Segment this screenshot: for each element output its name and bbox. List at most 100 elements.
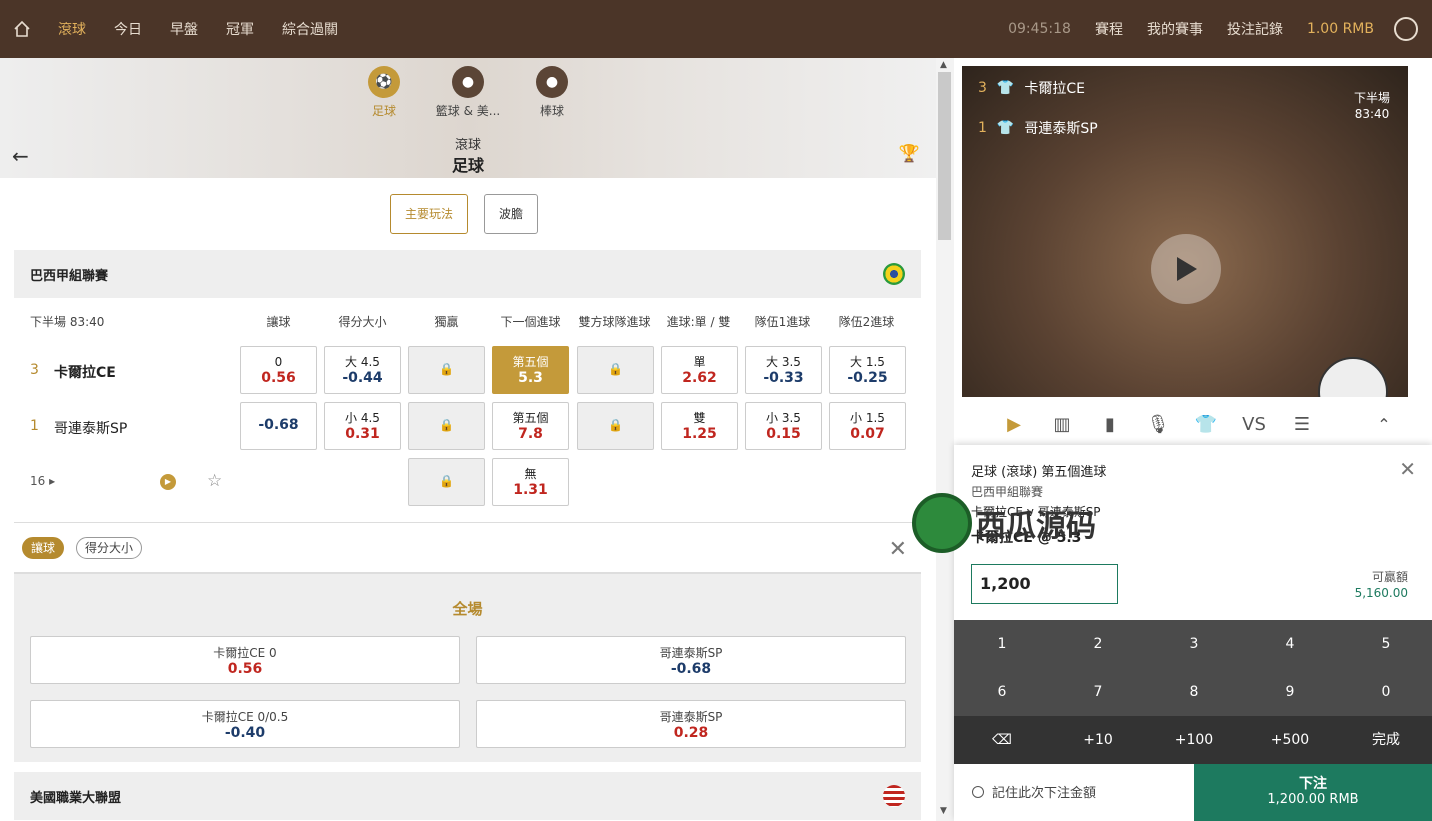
top-bar: 滾球 今日 早盤 冠軍 綜合過關 09:45:18 賽程 我的賽事 投注記錄 1… (0, 0, 1432, 58)
odds-box[interactable]: 哥連泰斯SP 0.28 (476, 700, 906, 748)
mic-icon[interactable]: 🎙 (1144, 410, 1172, 438)
done-key[interactable]: 完成 (1338, 716, 1432, 764)
scrollbar-thumb[interactable] (938, 72, 951, 240)
key[interactable]: 2 (1050, 620, 1146, 668)
page-subtitle: 滾球 (454, 138, 481, 153)
close-icon[interactable]: ✕ (889, 537, 907, 562)
sport-header: ⚽ 足球 ● 籃球 & 美... ● 棒球 ← 滾球 足球 🏆 (0, 58, 936, 178)
watermelon-logo-icon (912, 493, 972, 553)
nav-parlay[interactable]: 綜合過關 (268, 19, 352, 39)
market-headers: 下半場 83:40 讓球 得分大小 獨贏 下一個進球 雙方球隊進球 進球:單 /… (30, 315, 895, 329)
link-bet-history[interactable]: 投注記錄 (1215, 19, 1295, 39)
nav-inplay[interactable]: 滾球 (44, 19, 100, 39)
trophy-icon[interactable]: 🏆 (899, 144, 920, 164)
remember-stake-toggle[interactable]: 記住此次下注金額 (972, 782, 1096, 801)
sport-tab-soccer[interactable]: ⚽ 足球 (344, 66, 424, 119)
lineup-icon[interactable]: 👕 (1192, 410, 1220, 438)
baseball-icon: ● (536, 66, 568, 98)
link-my-events[interactable]: 我的賽事 (1135, 19, 1215, 39)
key[interactable]: 5 (1338, 620, 1432, 668)
odds-cell[interactable]: 小 4.5 0.31 (324, 402, 401, 450)
nav-outright[interactable]: 冠軍 (212, 19, 268, 39)
locked-cell: 🔒 (577, 346, 654, 394)
locked-cell: 🔒 (408, 402, 485, 450)
locked-cell: 🔒 (577, 402, 654, 450)
soccer-icon: ⚽ (368, 66, 400, 98)
tab-correct-score[interactable]: 波膽 (484, 194, 539, 234)
scrollbar[interactable]: ▲ ▼ (936, 58, 954, 821)
league-header-brazil[interactable]: 巴西甲組聯賽 (14, 250, 921, 298)
usa-flag-icon (883, 785, 905, 807)
main-pane: ⚽ 足球 ● 籃球 & 美... ● 棒球 ← 滾球 足球 🏆 主要玩法 波膽 巴西甲… (0, 58, 936, 821)
odds-cell[interactable]: -0.68 (240, 402, 317, 450)
key[interactable]: +10 (1050, 716, 1146, 764)
basketball-icon: ● (452, 66, 484, 98)
locked-cell: 🔒 (408, 346, 485, 394)
team2-score: 1 (30, 418, 39, 434)
odds-cell[interactable]: 小 3.5 0.15 (745, 402, 822, 450)
pill-over-under[interactable]: 得分大小 (76, 537, 143, 559)
link-schedule[interactable]: 賽程 (1083, 19, 1135, 39)
team1-name: 卡爾拉CE (54, 365, 116, 381)
key[interactable]: 8 (1146, 668, 1242, 716)
odds-box[interactable]: 卡爾拉CE 0/0.5 -0.40 (30, 700, 460, 748)
key[interactable]: 3 (1146, 620, 1242, 668)
star-icon[interactable]: ☆ (207, 471, 222, 491)
watermark: 西瓜源码 (912, 488, 1142, 558)
nav-early[interactable]: 早盤 (156, 19, 212, 39)
brazil-flag-icon (883, 263, 905, 285)
key[interactable]: 1 (954, 620, 1050, 668)
sport-tab-baseball[interactable]: ● 棒球 (512, 66, 592, 119)
key[interactable]: +100 (1146, 716, 1242, 764)
odds-cell-selected[interactable]: 第五個 5.3 (492, 346, 569, 394)
play-circle-icon[interactable]: ▶ (1000, 410, 1028, 438)
lock-icon: 🔒 (439, 474, 454, 488)
key[interactable]: 7 (1050, 668, 1146, 716)
field-icon[interactable]: ▥ (1048, 410, 1076, 438)
balance: 1.00 RMB (1306, 21, 1374, 37)
keypad: 1 2 3 4 5 6 7 8 9 0 ⌫ +10 +100 +500 完成 (954, 620, 1432, 764)
match-status: 下半場 83:40 (1353, 91, 1390, 121)
odds-cell[interactable]: 小 1.5 0.07 (829, 402, 906, 450)
tab-main-markets[interactable]: 主要玩法 (390, 194, 469, 234)
key[interactable]: 6 (954, 668, 1050, 716)
full-time-markets: 全場 卡爾拉CE 0 0.56 哥連泰斯SP -0.68 卡爾拉CE 0/0.5 -0… (14, 572, 921, 762)
play-icon[interactable]: ▶ (160, 474, 176, 490)
odds-box[interactable]: 卡爾拉CE 0 0.56 (30, 636, 460, 684)
nav-today[interactable]: 今日 (100, 19, 156, 39)
potential-win: 可贏額 5,160.00 (1354, 570, 1408, 600)
stake-input[interactable]: 1,200 (971, 564, 1118, 604)
key[interactable]: 4 (1242, 620, 1338, 668)
stats-icon[interactable]: ▮ (1096, 410, 1124, 438)
vs-icon[interactable]: VS (1240, 410, 1268, 438)
odds-cell[interactable]: 第五個 7.8 (492, 402, 569, 450)
home-icon[interactable] (0, 20, 44, 38)
more-markets-count[interactable]: 16 ▸ (30, 474, 55, 488)
odds-box[interactable]: 哥連泰斯SP -0.68 (476, 636, 906, 684)
key[interactable]: +500 (1242, 716, 1338, 764)
sport-tab-basketball[interactable]: ● 籃球 & 美... (428, 66, 508, 119)
lock-icon: 🔒 (608, 362, 623, 376)
odds-cell[interactable]: 雙 1.25 (661, 402, 738, 450)
odds-cell[interactable]: 單 2.62 (661, 346, 738, 394)
key[interactable]: 9 (1242, 668, 1338, 716)
key[interactable]: 0 (1338, 668, 1432, 716)
odds-cell[interactable]: 0 0.56 (240, 346, 317, 394)
ball-graphic (1318, 357, 1388, 397)
odds-cell[interactable]: 大 4.5 -0.44 (324, 346, 401, 394)
backspace-icon[interactable]: ⌫ (954, 716, 1050, 764)
odds-cell[interactable]: 大 3.5 -0.33 (745, 346, 822, 394)
scoreboard-icon[interactable]: ☰ (1288, 410, 1316, 438)
play-icon[interactable] (1151, 234, 1221, 304)
place-bet-button[interactable]: 下注 1,200.00 RMB (1194, 764, 1432, 821)
pill-handicap[interactable]: 讓球 (22, 537, 65, 559)
league-header-mls[interactable]: 美國職業大聯盟 (14, 772, 921, 820)
page-title: 足球 (451, 156, 484, 175)
close-icon[interactable]: ✕ (1399, 457, 1416, 481)
video-player[interactable]: 3 👕 卡爾拉CE 1 👕 哥連泰斯SP 下半場 83:40 (962, 66, 1408, 397)
odds-cell[interactable]: 無 1.31 (492, 458, 569, 506)
chevron-up-icon[interactable]: ⌃ (1370, 410, 1398, 438)
odds-cell[interactable]: 大 1.5 -0.25 (829, 346, 906, 394)
user-icon[interactable] (1394, 17, 1418, 41)
lock-icon: 🔒 (439, 362, 454, 376)
